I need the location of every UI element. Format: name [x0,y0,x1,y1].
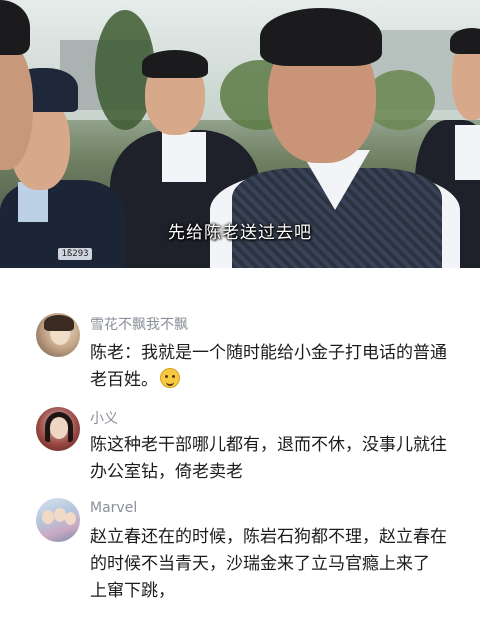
user-avatar[interactable] [36,498,80,542]
comment-username[interactable]: 小义 [90,408,118,428]
user-avatar[interactable] [36,407,80,451]
smiling-face-emoji-icon [160,368,180,388]
comment-username[interactable]: Marvel [90,500,137,516]
video-frame[interactable]: 1ß293 先给陈老送过去吧 [0,0,480,268]
comment-text: 陈这种老干部哪儿都有，退而不休，没事儿就往办公室钻，倚老卖老 [90,435,447,482]
comment-text: 赵立春还在的时候，陈岩石狗都不理，赵立春在的时候不当青天，沙瑞金来了立马官瘾上来… [90,527,447,601]
police-badge-number: 1ß293 [58,248,92,260]
user-avatar[interactable] [36,313,80,357]
comment-username[interactable]: 雪花不飘我不飘 [90,314,188,334]
comment-text: 陈老：我就是一个随时能给小金子打电话的普通老百姓。 [90,340,450,394]
comment-text-content: 陈老：我就是一个随时能给小金子打电话的普通老百姓。 [90,343,447,390]
video-subtitle: 先给陈老送过去吧 [168,223,312,243]
